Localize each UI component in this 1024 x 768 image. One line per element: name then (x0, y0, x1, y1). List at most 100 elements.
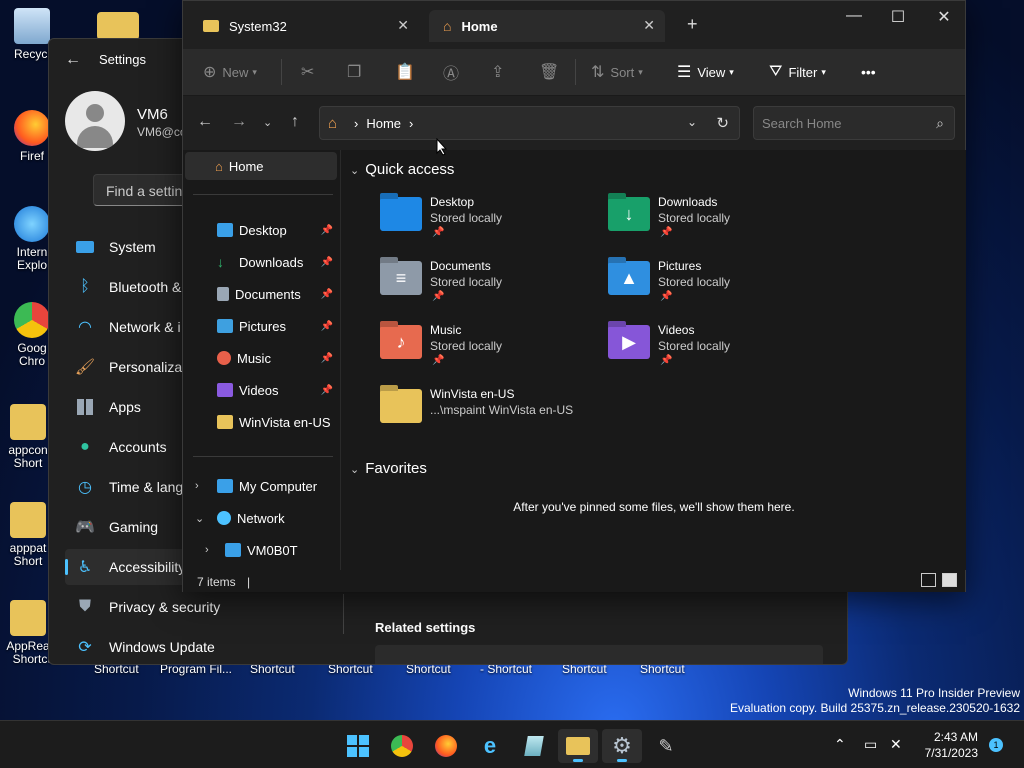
item-name: WinVista en-US (430, 387, 515, 401)
pin-icon[interactable]: 📌 (321, 289, 333, 300)
pin-icon[interactable]: 📌 (321, 321, 333, 332)
recycle-bin-icon (14, 8, 50, 44)
sort-button[interactable]: ⇅ Sort ▾ (591, 61, 643, 83)
sidebar-label: Home (228, 158, 264, 174)
quick-access-header[interactable]: ⌄ Quick access (350, 161, 454, 178)
new-tab-button[interactable]: + (687, 14, 698, 35)
notification-badge[interactable]: 1 (989, 738, 1003, 752)
sidebar-item-music[interactable]: Music 📌 (185, 344, 337, 372)
taskbar-firefox[interactable] (426, 729, 466, 763)
recent-chevron-icon[interactable]: ⌄ (263, 116, 272, 129)
person-icon: ● (80, 438, 90, 455)
sidebar-item-desktop[interactable]: Desktop 📌 (185, 216, 337, 244)
tab-bar: System32 ✕ ⌂ Home ✕ + — ☐ ✕ (183, 1, 965, 49)
sidebar-item-vm0b0t[interactable]: › VM0B0T (185, 536, 337, 564)
shortcut-folder-icon (10, 600, 46, 636)
show-hidden-icons-chevron-icon[interactable]: ⌃ (834, 736, 846, 753)
volume-muted-icon[interactable]: ✕ (890, 736, 902, 753)
sidebar-label: WinVista en-US (239, 414, 331, 430)
chevron-down-icon[interactable]: ⌄ (687, 115, 697, 129)
nav-item-windows-update[interactable]: ⟳ Windows Update (65, 629, 365, 664)
item-sub: Stored locally (658, 275, 731, 289)
pin-icon[interactable]: 📌 (321, 257, 333, 268)
taskbar-file-explorer[interactable] (558, 729, 598, 763)
details-view-icon[interactable] (921, 573, 936, 587)
more-options-button[interactable]: ••• (861, 61, 876, 83)
download-arrow-icon: ↓ (624, 203, 634, 224)
taskbar-settings[interactable]: ⚙ (602, 729, 642, 763)
chevron-right-icon[interactable]: › (195, 480, 199, 492)
up-arrow-icon[interactable]: ↑ (291, 113, 299, 131)
start-button[interactable] (338, 729, 378, 763)
copy-button[interactable]: ❐ (347, 61, 367, 83)
filter-button[interactable]: ⛛ Filter ▾ (769, 61, 826, 83)
sidebar-label: Pictures (239, 318, 286, 334)
scissors-icon: ✂ (301, 64, 315, 81)
sidebar-item-documents[interactable]: Documents 📌 (185, 280, 337, 308)
pin-icon[interactable]: 📌 (321, 353, 333, 364)
new-button[interactable]: ⊕ New ▾ (203, 61, 257, 83)
taskbar-ie[interactable]: e (470, 729, 510, 763)
paint-brush-icon: ✎ (658, 735, 674, 756)
quick-access-videos[interactable]: ▶ Videos Stored locally 📌 (608, 323, 828, 379)
document-icon (217, 287, 229, 301)
quick-access-documents[interactable]: ≡ Documents Stored locally 📌 (380, 259, 600, 315)
chevron-right-icon[interactable]: › (205, 544, 209, 556)
forward-arrow-icon[interactable]: → (231, 113, 247, 131)
pin-icon[interactable]: 📌 (321, 385, 333, 396)
videos-icon (217, 383, 233, 397)
close-icon[interactable]: ✕ (397, 17, 409, 34)
rename-button[interactable]: Ⓐ (443, 61, 465, 83)
sidebar-item-downloads[interactable]: ↓ Downloads 📌 (185, 248, 337, 276)
quick-access-winvista[interactable]: WinVista en-US ...\mspaint WinVista en-U… (380, 387, 600, 443)
tab-home[interactable]: ⌂ Home ✕ (429, 10, 665, 42)
related-settings-heading: Related settings (375, 620, 476, 635)
folder-icon (203, 20, 219, 32)
tab-system32[interactable]: System32 ✕ (189, 10, 419, 42)
share-button[interactable]: ⇪ (491, 61, 510, 83)
view-label: View (697, 64, 726, 80)
refresh-icon[interactable]: ↻ (716, 114, 729, 132)
minimize-icon[interactable]: — (831, 7, 877, 25)
cut-button[interactable]: ✂ (301, 61, 320, 83)
back-arrow-icon[interactable]: ← (197, 113, 213, 131)
chevron-down-icon[interactable]: ⌄ (195, 512, 204, 525)
related-settings-card[interactable] (375, 645, 823, 664)
view-button[interactable]: ☰ View ▾ (677, 61, 734, 83)
sidebar-item-winvista[interactable]: WinVista en-US (185, 408, 337, 436)
back-arrow-icon[interactable]: ← (65, 51, 81, 69)
pin-icon: 📌 (432, 291, 445, 302)
pin-icon: 📌 (660, 355, 673, 366)
quick-access-music[interactable]: ♪ Music Stored locally 📌 (380, 323, 600, 379)
address-bar[interactable]: ⌂ › Home › ⌄ ↻ (319, 106, 740, 140)
avatar[interactable] (65, 91, 125, 151)
sidebar-item-videos[interactable]: Videos 📌 (185, 376, 337, 404)
quick-access-pictures[interactable]: ▲ Pictures Stored locally 📌 (608, 259, 828, 315)
close-icon[interactable]: ✕ (643, 17, 655, 34)
taskbar-paint[interactable]: ✎ (646, 729, 686, 763)
breadcrumb-home[interactable]: Home (366, 116, 401, 131)
delete-button[interactable]: 🗑 (539, 61, 565, 83)
taskbar-chrome[interactable] (382, 729, 422, 763)
taskbar-notepad[interactable] (514, 729, 554, 763)
sidebar-item-pictures[interactable]: Pictures 📌 (185, 312, 337, 340)
sidebar-label: Videos (239, 382, 279, 398)
sidebar-item-home[interactable]: ⌂ Home (185, 152, 337, 180)
sidebar-item-my-computer[interactable]: › My Computer (185, 472, 337, 500)
quick-access-downloads[interactable]: ↓ Downloads Stored locally 📌 (608, 195, 828, 251)
favorites-header[interactable]: ⌄ Favorites (350, 460, 427, 477)
quick-access-desktop[interactable]: Desktop Stored locally 📌 (380, 195, 600, 251)
network-tray-icon[interactable]: ▭ (864, 736, 877, 753)
close-window-icon[interactable]: ✕ (921, 7, 967, 27)
clock[interactable]: 2:43 AM 7/31/2023 (918, 729, 978, 761)
maximize-icon[interactable]: ☐ (875, 7, 921, 27)
nav-item-privacy[interactable]: ⛊ Privacy & security (65, 589, 365, 625)
mountain-icon: ▲ (620, 267, 638, 288)
sidebar-item-network[interactable]: ⌄ Network (185, 504, 337, 532)
folder-icon (217, 415, 233, 429)
tiles-view-icon[interactable] (942, 573, 957, 587)
paste-button[interactable]: 📋 (395, 61, 421, 83)
search-input[interactable]: Search Home ⌕ (753, 106, 955, 140)
item-name: Documents (430, 259, 491, 273)
pin-icon[interactable]: 📌 (321, 225, 333, 236)
